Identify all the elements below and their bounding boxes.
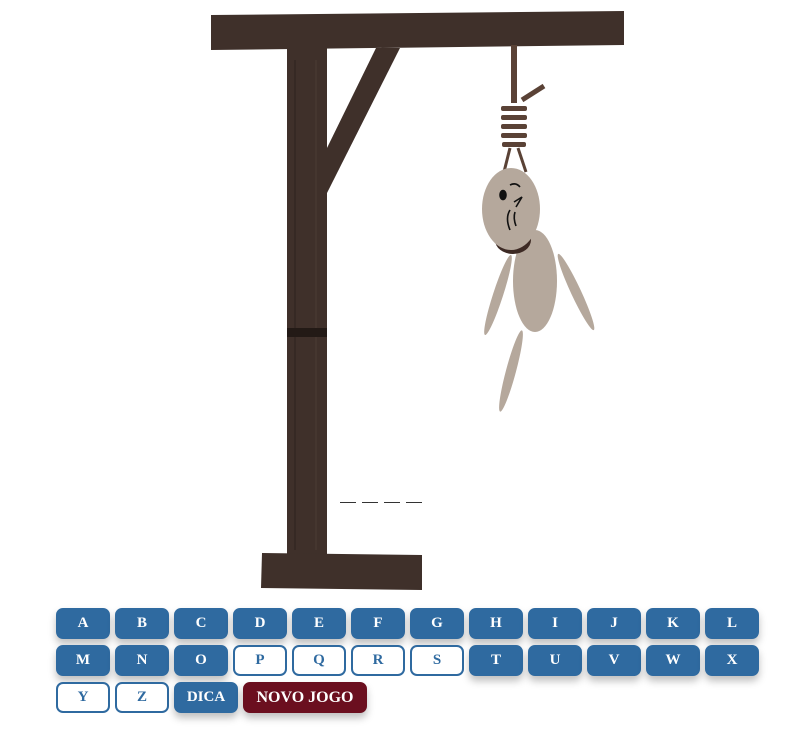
keyboard-row: ABCDEFGHIJKL [56, 608, 776, 639]
letter-blank [340, 488, 356, 503]
letter-key-c[interactable]: C [174, 608, 228, 639]
keyboard: A B C D E F G H I J K L M N O P Q R S T U V W X Y Z DICA NOVO JOGO [56, 608, 776, 719]
letter-key-s[interactable]: S [410, 645, 464, 676]
letter-key-v[interactable]: V [587, 645, 641, 676]
word-blanks [340, 488, 430, 512]
letter-key-f[interactable]: F [351, 608, 405, 639]
letter-key-y[interactable]: Y [56, 682, 110, 713]
letter-key-t[interactable]: T [469, 645, 523, 676]
letter-key-q[interactable]: Q [292, 645, 346, 676]
letter-key-w[interactable]: W [646, 645, 700, 676]
letter-key-a[interactable]: A [56, 608, 110, 639]
new-game-button[interactable]: NOVO JOGO [243, 682, 367, 713]
letter-key-g[interactable]: G [410, 608, 464, 639]
letter-blank [406, 488, 422, 503]
keyboard-row: Y Z DICA NOVO JOGO [56, 682, 776, 713]
letter-key-d[interactable]: D [233, 608, 287, 639]
gallows-top-beam [211, 11, 624, 50]
letter-key-m[interactable]: M [56, 645, 110, 676]
noose-rope [501, 45, 546, 173]
letter-key-h[interactable]: H [469, 608, 523, 639]
hangman-figure [482, 168, 595, 412]
hangman-head [482, 168, 540, 250]
letter-key-k[interactable]: K [646, 608, 700, 639]
hint-button[interactable]: DICA [174, 682, 238, 713]
letter-key-j[interactable]: J [587, 608, 641, 639]
gallows-base [261, 553, 422, 590]
letter-key-p[interactable]: P [233, 645, 287, 676]
keyboard-row: MNOPQRSTUVWX [56, 645, 776, 676]
letter-key-l[interactable]: L [705, 608, 759, 639]
gallows-post [287, 48, 327, 558]
hangman-leg [499, 330, 523, 412]
hangman-left-arm [484, 255, 512, 335]
gallows-diagonal-brace [326, 48, 400, 195]
letter-key-i[interactable]: I [528, 608, 582, 639]
letter-key-x[interactable]: X [705, 645, 759, 676]
letter-key-e[interactable]: E [292, 608, 346, 639]
hangman-right-arm [557, 253, 595, 331]
letter-blank [362, 488, 378, 503]
letter-key-o[interactable]: O [174, 645, 228, 676]
letter-blank [384, 488, 400, 503]
letter-key-u[interactable]: U [528, 645, 582, 676]
letter-key-n[interactable]: N [115, 645, 169, 676]
letter-key-r[interactable]: R [351, 645, 405, 676]
letter-key-b[interactable]: B [115, 608, 169, 639]
letter-key-z[interactable]: Z [115, 682, 169, 713]
